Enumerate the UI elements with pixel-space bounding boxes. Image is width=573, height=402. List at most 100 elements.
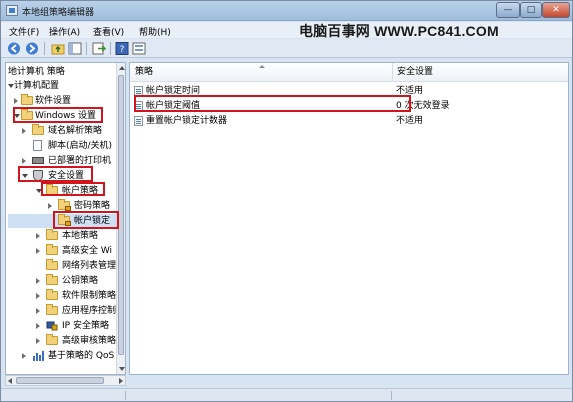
scroll-up-arrow-icon[interactable] [119, 66, 125, 70]
ip-security-icon [46, 321, 58, 331]
back-icon[interactable] [7, 42, 21, 55]
tree-item-label: 域名解析策略 [48, 126, 103, 136]
expand-arrow-icon[interactable] [22, 353, 26, 359]
expand-arrow-icon[interactable] [36, 308, 40, 314]
expand-arrow-icon[interactable] [48, 203, 52, 209]
tree-item-label: 地计算机 策略 [8, 67, 65, 77]
folder-icon [46, 229, 58, 240]
lock-icon [65, 206, 71, 211]
svg-text:?: ? [120, 45, 125, 55]
lock-icon [65, 221, 71, 226]
tree-item-label: 公钥策略 [62, 276, 99, 286]
status-bar [1, 388, 572, 401]
help-icon[interactable]: ? [115, 42, 129, 55]
tree-item-label: 帐户策略 [62, 186, 99, 196]
collapse-arrow-icon[interactable] [22, 174, 28, 178]
menu-action[interactable]: 操作(A) [49, 25, 80, 38]
expand-arrow-icon[interactable] [22, 128, 26, 134]
expand-arrow-icon[interactable] [36, 233, 40, 239]
scroll-down-arrow-icon[interactable] [119, 367, 125, 371]
folder-icon [46, 244, 58, 255]
tree-item-label: 计算机配置 [14, 81, 60, 91]
expand-arrow-icon[interactable] [36, 248, 40, 254]
forward-icon[interactable] [25, 42, 39, 55]
policy-setting: 不适用 [396, 86, 424, 96]
app-icon [6, 5, 18, 16]
scroll-thumb[interactable] [118, 75, 124, 355]
title-bar[interactable]: 本地组策略编辑器 — □ ✕ [1, 1, 572, 21]
policy-icon [134, 116, 143, 126]
list-header: 策略 安全设置 [130, 63, 568, 82]
expand-arrow-icon[interactable] [22, 158, 26, 164]
policy-setting: 0 次无效登录 [396, 101, 450, 111]
tree-item-label: 软件设置 [35, 96, 72, 106]
scroll-left-arrow-icon[interactable] [8, 378, 12, 384]
folder-icon [21, 94, 33, 105]
policy-row[interactable]: 帐户锁定阈值 0 次无效登录 [130, 99, 568, 113]
minimize-button[interactable]: — [496, 2, 520, 18]
tree-item-label: 密码策略 [74, 201, 111, 211]
gpedit-window: 本地组策略编辑器 — □ ✕ 文件(F) 操作(A) 查看(V) 帮助(H) 电… [0, 0, 573, 402]
folder-icon [46, 184, 58, 195]
status-divider [391, 391, 392, 400]
export-list-icon[interactable] [92, 42, 107, 55]
expand-arrow-icon[interactable] [36, 338, 40, 344]
scroll-thumb[interactable] [16, 377, 104, 384]
tree-item-label: 网络列表管理 [62, 261, 117, 271]
tree-item-label: 应用程序控制 [62, 306, 117, 316]
printer-icon [32, 157, 44, 164]
policy-name: 帐户锁定时间 [146, 86, 201, 96]
menu-view[interactable]: 查看(V) [93, 25, 124, 38]
policy-row[interactable]: 帐户锁定时间 不适用 [130, 84, 568, 98]
security-settings-icon [33, 170, 43, 181]
folder-icon [46, 289, 58, 300]
tree-item-label: 脚本(启动/关机) [48, 141, 113, 151]
folder-icon [46, 274, 58, 285]
tree-item-label: Windows 设置 [35, 111, 97, 121]
maximize-button[interactable]: □ [520, 2, 542, 18]
folder-icon [46, 334, 58, 345]
show-hide-tree-icon[interactable] [68, 42, 82, 55]
script-icon [33, 140, 42, 151]
toolbar-separator [86, 42, 87, 55]
expand-arrow-icon[interactable] [36, 278, 40, 284]
menu-file[interactable]: 文件(F) [9, 25, 39, 38]
collapse-arrow-icon[interactable] [14, 114, 20, 118]
toolbar: ? [1, 39, 572, 58]
collapse-arrow-icon[interactable] [36, 189, 42, 193]
expand-arrow-icon[interactable] [36, 323, 40, 329]
policy-list: 策略 安全设置 帐户锁定时间 不适用 帐户锁定阈值 0 次无效登录 重置帐户锁定… [129, 62, 569, 375]
policy-icon [134, 86, 143, 96]
folder-icon [21, 109, 33, 120]
expand-arrow-icon[interactable] [36, 293, 40, 299]
tree-vertical-scrollbar[interactable] [116, 63, 125, 374]
policy-icon [134, 101, 143, 111]
tree-item-account-lockout[interactable]: 帐户锁定 [8, 214, 118, 228]
window-title: 本地组策略编辑器 [22, 8, 95, 18]
policy-setting: 不适用 [396, 116, 424, 126]
tree-item-label: 基于策略的 QoS [48, 351, 115, 361]
tree-item-label: 高级审核策略 [62, 336, 117, 346]
policy-row[interactable]: 重置帐户锁定计数器 不适用 [130, 114, 568, 128]
tree-item-label: IP 安全策略 [62, 321, 109, 331]
watermark-text: 电脑百事网 WWW.PC841.COM [299, 23, 499, 39]
expand-arrow-icon[interactable] [14, 98, 18, 104]
menu-help[interactable]: 帮助(H) [139, 25, 171, 38]
tree-horizontal-scrollbar[interactable] [5, 375, 126, 386]
column-header-setting[interactable]: 安全设置 [392, 63, 568, 82]
scroll-right-arrow-icon[interactable] [119, 378, 123, 384]
status-divider [125, 391, 126, 400]
folder-icon [46, 304, 58, 315]
policy-name: 重置帐户锁定计数器 [146, 116, 228, 126]
tree-item-label: 安全设置 [48, 171, 85, 181]
tree-item-label: 已部署的打印机 [48, 156, 112, 166]
properties-icon[interactable] [132, 42, 146, 55]
folder-icon [46, 259, 58, 270]
qos-chart-icon [32, 351, 44, 361]
sort-ascending-icon [259, 65, 265, 68]
folder-icon [32, 124, 44, 135]
console-tree[interactable]: 地计算机 策略 计算机配置 软件设置 Windows 设置 域名解析策略 脚本(… [5, 62, 126, 375]
up-folder-icon[interactable] [51, 42, 65, 55]
tree-item-label: 帐户锁定 [74, 216, 111, 226]
close-button[interactable]: ✕ [542, 2, 570, 18]
